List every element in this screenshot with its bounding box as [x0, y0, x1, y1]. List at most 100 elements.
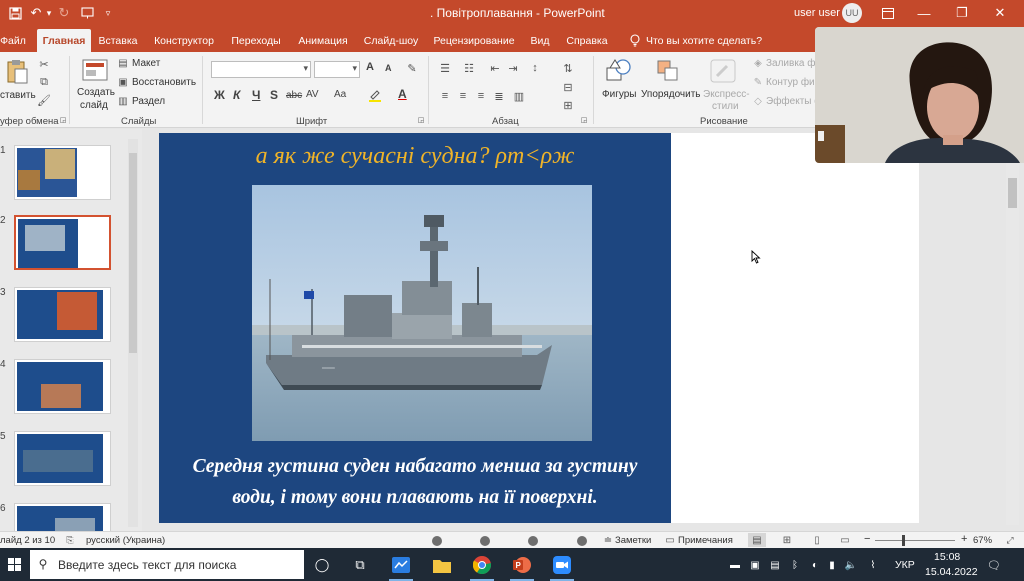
tab-design[interactable]: Конструктор: [151, 29, 217, 52]
align-right-icon[interactable]: ≡: [474, 89, 488, 103]
numbering-icon[interactable]: ☷: [462, 61, 476, 75]
bullets-icon[interactable]: ☰: [438, 61, 452, 75]
justify-icon[interactable]: ≣: [492, 89, 506, 103]
whiteboard-app-icon[interactable]: [391, 555, 411, 575]
align-center-icon[interactable]: ≡: [456, 89, 470, 103]
chrome-icon[interactable]: [472, 555, 492, 575]
increase-indent-icon[interactable]: ⇥: [506, 61, 520, 75]
tray-meet-icon[interactable]: ▤: [768, 555, 782, 575]
reading-view-icon[interactable]: ▯: [810, 533, 824, 547]
bluetooth-icon[interactable]: ᛒ: [788, 555, 802, 575]
fit-to-window-icon[interactable]: ⤢: [1004, 534, 1016, 546]
cut-icon[interactable]: ✂: [38, 58, 50, 71]
slide-thumbnail-2[interactable]: [14, 215, 111, 270]
clock-date[interactable]: 15.04.2022: [925, 566, 978, 578]
customize-toolbar-icon[interactable]: ▿: [102, 3, 114, 23]
slideshow-view-icon[interactable]: ▭: [838, 533, 852, 547]
tab-transitions[interactable]: Переходы: [227, 29, 285, 52]
new-slide-icon[interactable]: [82, 58, 108, 82]
new-slide-button-line2[interactable]: слайд: [80, 100, 108, 111]
font-family-select[interactable]: ▾: [211, 61, 311, 78]
paste-icon[interactable]: [4, 58, 30, 84]
file-explorer-icon[interactable]: [432, 555, 452, 575]
slide-thumbnail-6[interactable]: [14, 503, 111, 531]
decrease-indent-icon[interactable]: ⇤: [488, 61, 502, 75]
font-color-button[interactable]: A: [398, 87, 407, 101]
highlight-color-button[interactable]: [368, 88, 382, 105]
scrollbar-thumb[interactable]: [1008, 178, 1017, 208]
clear-formatting-icon[interactable]: ✎: [404, 61, 420, 75]
volume-icon[interactable]: 🔈: [844, 555, 858, 575]
zoom-slider[interactable]: [875, 540, 955, 541]
normal-view-icon[interactable]: ▤: [748, 533, 766, 547]
slide-heading[interactable]: а як же сучасні судна? ρт<ρж: [159, 143, 671, 170]
character-spacing-button[interactable]: AV: [306, 89, 319, 100]
save-icon[interactable]: [6, 3, 24, 23]
section-button[interactable]: Раздел: [132, 96, 165, 107]
arrange-icon[interactable]: [654, 57, 682, 85]
comments-button[interactable]: Примечания: [678, 535, 733, 546]
notifications-icon[interactable]: 🗨: [986, 555, 1002, 575]
thumbnails-scrollbar[interactable]: [128, 139, 138, 527]
tab-review[interactable]: Рецензирование: [432, 29, 516, 52]
text-direction-icon[interactable]: ⇅: [561, 61, 575, 75]
cortana-icon[interactable]: ◯: [312, 555, 332, 575]
format-painter-icon[interactable]: 🖌: [37, 94, 51, 107]
dialog-launcher-icon[interactable]: ◲: [417, 116, 425, 124]
align-left-icon[interactable]: ≡: [438, 89, 452, 103]
grow-font-button[interactable]: A: [366, 61, 374, 73]
ship-photo[interactable]: ═══: [252, 185, 592, 441]
taskbar-search-input[interactable]: ⚲ Введите здесь текст для поиска: [30, 550, 304, 579]
tab-view[interactable]: Вид: [527, 29, 553, 52]
slide-body-text[interactable]: Середня густина суден набагато менша за …: [159, 451, 671, 513]
start-button[interactable]: [0, 548, 30, 581]
shrink-font-button[interactable]: A: [385, 63, 392, 73]
dialog-launcher-icon[interactable]: ◲: [59, 116, 67, 124]
zoom-out-icon[interactable]: −: [864, 533, 870, 545]
arrange-button[interactable]: Упорядочить: [641, 89, 701, 100]
clock-time[interactable]: 15:08: [934, 551, 960, 563]
paste-button[interactable]: ставить: [0, 90, 36, 101]
columns-icon[interactable]: ▥: [512, 89, 526, 103]
layout-button[interactable]: Макет: [132, 58, 160, 69]
close-icon[interactable]: ✕: [992, 3, 1008, 23]
italic-button[interactable]: К: [233, 88, 240, 102]
comments-icon[interactable]: ▭: [664, 534, 676, 546]
tray-zoom-icon[interactable]: ▣: [748, 555, 762, 575]
slide-vertical-scrollbar[interactable]: [1006, 163, 1019, 525]
task-view-icon[interactable]: ⧉: [350, 555, 370, 575]
shapes-button[interactable]: Фигуры: [602, 89, 636, 100]
slide-thumbnail-5[interactable]: [14, 431, 111, 486]
font-size-select[interactable]: ▾: [314, 61, 360, 78]
tab-help[interactable]: Справка: [563, 29, 611, 52]
notes-button[interactable]: Заметки: [615, 535, 651, 546]
change-case-button[interactable]: Aa: [334, 89, 346, 100]
current-slide[interactable]: а як же сучасні судна? ρт<ρж ═══ Середня…: [159, 133, 919, 523]
language-indicator[interactable]: русский (Украина): [86, 535, 165, 546]
tray-app-icon[interactable]: ▬: [728, 555, 742, 575]
minimize-icon[interactable]: —: [916, 3, 932, 23]
avatar[interactable]: UU: [842, 3, 862, 23]
redo-icon[interactable]: ↻: [56, 3, 72, 23]
new-slide-button-line1[interactable]: Создать: [77, 87, 115, 98]
tab-insert[interactable]: Вставка: [96, 29, 140, 52]
smartart-icon[interactable]: ⊞: [561, 98, 575, 112]
tell-me-search[interactable]: Что вы хотите сделать?: [646, 29, 762, 52]
slide-thumbnail-4[interactable]: [14, 359, 111, 414]
battery-icon[interactable]: ▮: [826, 555, 838, 575]
undo-icon[interactable]: ↶: [28, 3, 44, 23]
tray-app-icon[interactable]: ◐: [808, 555, 822, 575]
tab-slideshow[interactable]: Слайд-шоу: [361, 29, 421, 52]
shapes-icon[interactable]: [604, 57, 634, 85]
slide-thumbnail-1[interactable]: [14, 145, 111, 200]
ribbon-display-icon[interactable]: [880, 3, 896, 23]
strikethrough-button[interactable]: abc: [286, 90, 302, 101]
shadow-button[interactable]: S: [270, 88, 278, 102]
bold-button[interactable]: Ж: [214, 88, 225, 102]
zoom-in-icon[interactable]: +: [961, 533, 967, 545]
tab-file[interactable]: Файл: [0, 29, 26, 52]
zoom-app-icon[interactable]: [552, 555, 572, 575]
slide-sorter-icon[interactable]: ⊞: [780, 533, 794, 547]
undo-dropdown-icon[interactable]: ▾: [44, 3, 54, 23]
spellcheck-icon[interactable]: ⎘: [64, 534, 76, 546]
